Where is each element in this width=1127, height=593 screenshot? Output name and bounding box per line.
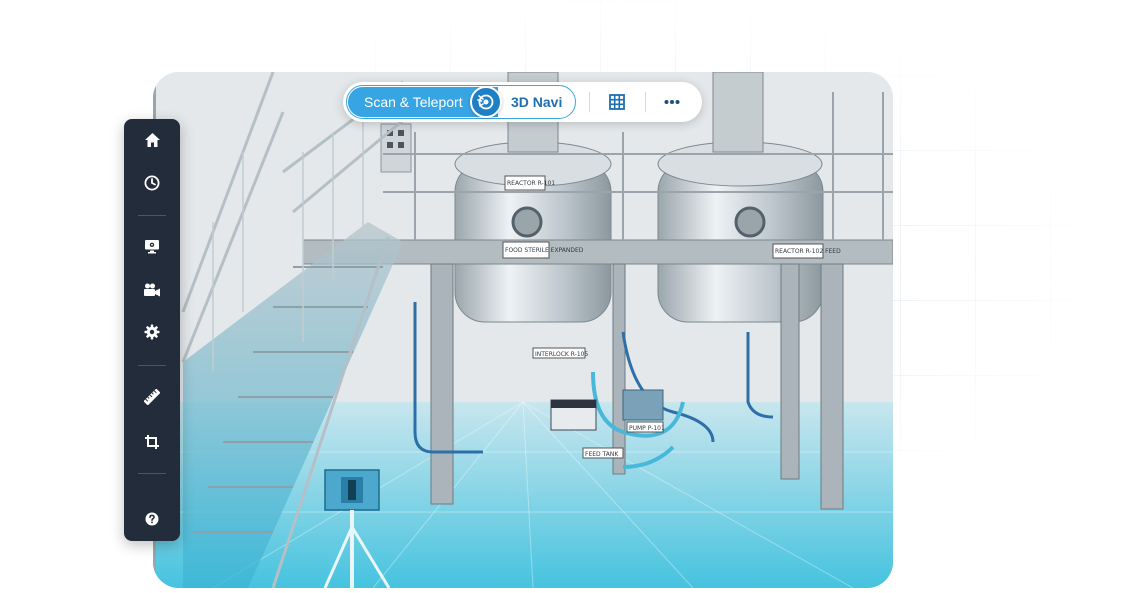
help-button[interactable]: [138, 505, 166, 533]
label-reactor-right: REACTOR R-102 FEED: [775, 248, 841, 255]
more-horizontal-icon: [664, 100, 680, 104]
toolbar-divider: [589, 92, 590, 112]
crop-button[interactable]: [138, 428, 166, 456]
ruler-icon: [144, 389, 160, 405]
grid-view-icon: [609, 94, 625, 110]
clock-icon: [144, 175, 160, 191]
crop-icon: [145, 435, 159, 449]
label-interlock: INTERLOCK R-105: [535, 351, 588, 358]
gear-icon: [144, 324, 160, 340]
grid-view-button[interactable]: [602, 88, 632, 116]
top-toolbar: Scan & Teleport 3D Navi: [343, 82, 702, 122]
toolbar-divider: [645, 92, 646, 112]
label-food-sterile: FOOD STERILE EXPANDED: [505, 247, 584, 254]
help-icon: [145, 512, 159, 526]
settings-button[interactable]: [138, 318, 166, 346]
home-button[interactable]: [138, 126, 166, 154]
navigation-mode-icon[interactable]: [470, 86, 502, 118]
more-options-button[interactable]: [657, 88, 687, 116]
history-button[interactable]: [138, 169, 166, 197]
sidebar-divider: [138, 473, 166, 474]
monitor-settings-icon: [145, 240, 159, 254]
label-pump: PUMP P-101: [629, 425, 665, 432]
sidebar-divider: [138, 365, 166, 366]
label-reactor-left: REACTOR R-101: [507, 180, 555, 187]
pointcloud-viewer[interactable]: REACTOR R-101 FOOD STERILE EXPANDED REAC…: [153, 72, 893, 588]
pointcloud-scene: REACTOR R-101 FOOD STERILE EXPANDED REAC…: [153, 72, 893, 588]
sidebar-divider: [138, 215, 166, 216]
home-icon: [144, 133, 160, 147]
mode-toggle[interactable]: Scan & Teleport 3D Navi: [346, 85, 576, 119]
label-feed-tank: FEED TANK: [585, 451, 619, 458]
3d-navi-mode-button[interactable]: 3D Navi: [511, 87, 562, 117]
tour-recording-button[interactable]: [138, 276, 166, 304]
measure-button[interactable]: [138, 383, 166, 411]
display-settings-button[interactable]: [138, 232, 166, 260]
left-sidebar: [124, 119, 180, 541]
video-camera-icon: [144, 283, 160, 297]
